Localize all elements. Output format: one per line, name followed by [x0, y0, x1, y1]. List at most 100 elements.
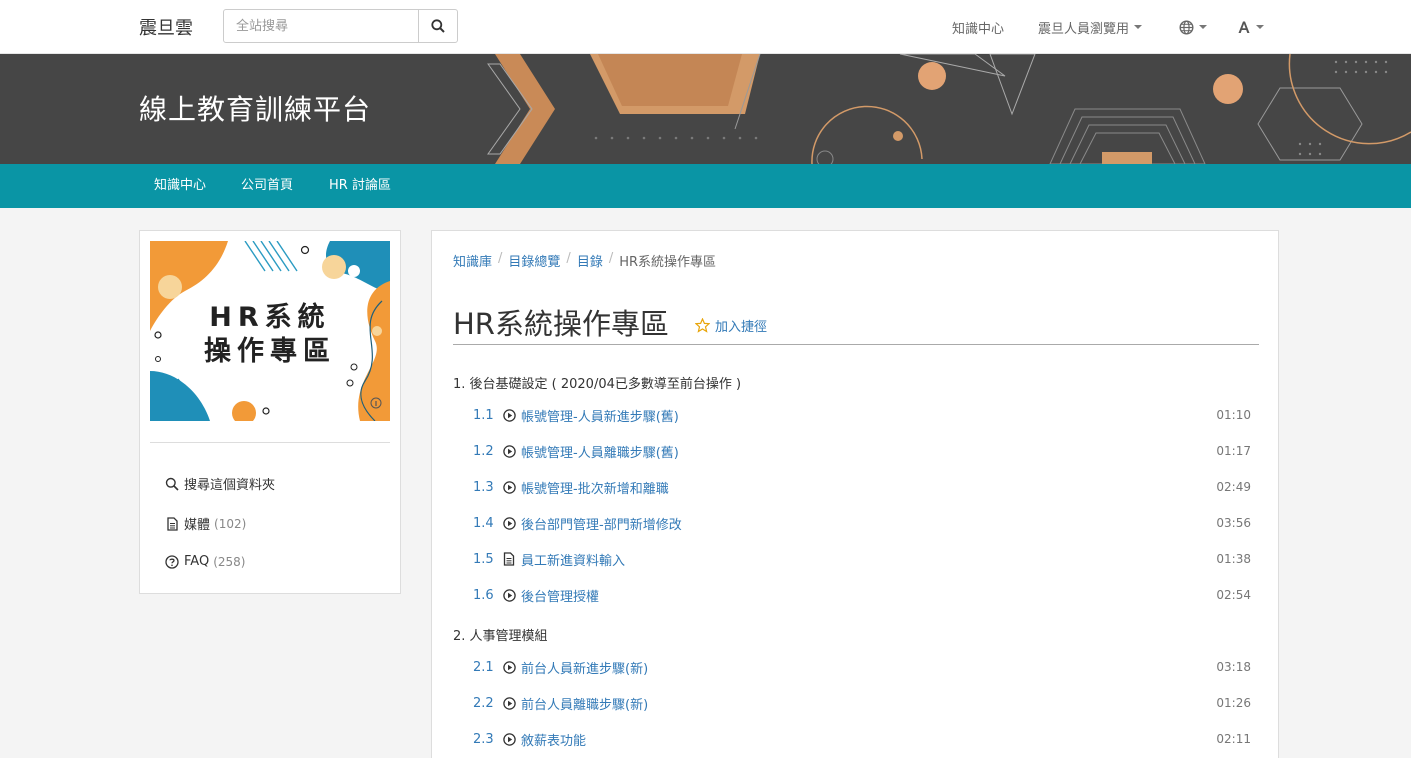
list-item[interactable]: 1.6 後台管理授權 02:54 [473, 583, 1251, 607]
list-item[interactable]: 2.3 敘薪表功能 02:11 [473, 727, 1251, 751]
item-number: 1.1 [473, 407, 494, 423]
item-title[interactable]: 敘薪表功能 [521, 730, 1216, 749]
top-bar: 震旦雲 知識中心 震旦人員瀏覽用 [0, 0, 1411, 54]
font-size-menu[interactable] [1237, 0, 1264, 54]
document-icon [167, 516, 178, 531]
folder-sidebar: HR系統 操作專區 搜尋這個資料夾 媒體 (102) FAQ (258) [139, 230, 401, 594]
sidebar-divider [150, 442, 390, 443]
star-icon [695, 318, 710, 333]
list-item[interactable]: 1.4 後台部門管理-部門新增修改 03:56 [473, 511, 1251, 535]
title-divider [453, 344, 1259, 345]
play-icon [503, 408, 521, 422]
item-duration: 03:56 [1216, 516, 1251, 530]
item-number: 2.3 [473, 731, 494, 747]
play-icon [503, 660, 521, 674]
breadcrumb-directory-overview[interactable]: 目錄總覽 [508, 251, 560, 270]
user-menu[interactable]: 震旦人員瀏覽用 [1038, 0, 1143, 54]
nav-hr-forum[interactable]: HR 討論區 [329, 164, 391, 208]
site-search [223, 9, 458, 43]
globe-icon [1179, 19, 1194, 35]
media-count: (102) [214, 516, 247, 531]
item-duration: 02:11 [1216, 732, 1251, 746]
list-item[interactable]: 1.5 員工新進資料輸入 01:38 [473, 547, 1251, 571]
item-title[interactable]: 後台管理授權 [521, 586, 1216, 605]
media-link[interactable]: 媒體 (102) [165, 514, 246, 533]
item-title[interactable]: 帳號管理-人員新進步驟(舊) [521, 406, 1216, 425]
topnav-knowledge-center[interactable]: 知識中心 [952, 0, 1004, 54]
item-title[interactable]: 帳號管理-批次新增和離職 [521, 478, 1216, 497]
search-input[interactable] [224, 10, 419, 42]
item-number: 2.1 [473, 659, 494, 675]
faq-count: (258) [213, 554, 246, 569]
breadcrumb-current: HR系統操作專區 [619, 255, 717, 270]
item-title[interactable]: 帳號管理-人員離職步驟(舊) [521, 442, 1216, 461]
add-shortcut-label: 加入捷徑 [715, 320, 768, 335]
list-item[interactable]: 1.2 帳號管理-人員離職步驟(舊) 01:17 [473, 439, 1251, 463]
item-duration: 01:10 [1216, 408, 1251, 422]
media-label: 媒體 [184, 518, 211, 533]
breadcrumb-separator: / [566, 251, 571, 266]
search-icon [165, 477, 179, 491]
breadcrumb-knowledge-base[interactable]: 知識庫 [453, 251, 492, 270]
search-button[interactable] [418, 10, 457, 42]
item-duration: 01:26 [1216, 696, 1251, 710]
item-title[interactable]: 前台人員新進步驟(新) [521, 658, 1216, 677]
question-icon [165, 554, 179, 569]
faq-label: FAQ [184, 554, 210, 569]
nav-knowledge-center[interactable]: 知識中心 [154, 164, 206, 208]
cover-line-1: HR系統 [209, 302, 331, 333]
item-duration: 01:17 [1216, 444, 1251, 458]
folder-content-panel: 知識庫 / 目錄總覽 / 目錄 / HR系統操作專區 HR系統操作專區 加入捷徑… [431, 230, 1279, 758]
item-number: 1.2 [473, 443, 494, 459]
topnav-knowledge-label: 知識中心 [952, 21, 1005, 37]
item-number: 1.4 [473, 515, 494, 531]
language-menu[interactable] [1179, 0, 1207, 54]
breadcrumb-separator: / [608, 251, 614, 266]
section-heading: 2. 人事管理模組 [453, 629, 548, 644]
play-icon [503, 696, 521, 710]
breadcrumb: 知識庫 / 目錄總覽 / 目錄 / HR系統操作專區 [453, 251, 716, 270]
play-icon [503, 516, 521, 530]
item-title[interactable]: 後台部門管理-部門新增修改 [521, 514, 1216, 533]
brand-logo[interactable]: 震旦雲 [139, 14, 193, 40]
item-duration: 02:54 [1216, 588, 1251, 602]
play-icon [503, 480, 521, 494]
nav-company-home[interactable]: 公司首頁 [241, 164, 293, 208]
chevron-down-icon [1134, 25, 1143, 29]
chevron-down-icon [1256, 25, 1264, 29]
item-number: 1.5 [473, 551, 494, 567]
search-folder-link[interactable]: 搜尋這個資料夾 [165, 474, 275, 493]
list-item[interactable]: 2.2 前台人員離職步驟(新) 01:26 [473, 691, 1251, 715]
hero-banner: 線上教育訓練平台 [0, 54, 1411, 164]
item-duration: 02:49 [1216, 480, 1251, 494]
item-number: 1.3 [473, 479, 494, 495]
add-shortcut-button[interactable]: 加入捷徑 [695, 316, 767, 335]
search-icon [431, 19, 445, 33]
item-number: 2.2 [473, 695, 494, 711]
page-title: HR系統操作專區 [453, 307, 669, 341]
item-duration: 03:18 [1216, 660, 1251, 674]
chevron-down-icon [1199, 25, 1207, 29]
list-item[interactable]: 2.1 前台人員新進步驟(新) 03:18 [473, 655, 1251, 679]
play-icon [503, 732, 521, 746]
section-heading: 1. 後台基礎設定 ( 2020/04已多數導至前台操作 ) [453, 377, 742, 392]
item-number: 1.6 [473, 587, 494, 603]
breadcrumb-directory[interactable]: 目錄 [577, 251, 603, 270]
cover-title: HR系統 操作專區 [150, 301, 390, 369]
site-title: 線上教育訓練平台 [139, 93, 372, 126]
breadcrumb-separator: / [498, 251, 503, 266]
document-icon [503, 552, 521, 566]
list-item[interactable]: 1.3 帳號管理-批次新增和離職 02:49 [473, 475, 1251, 499]
font-size-icon [1238, 21, 1250, 33]
item-title[interactable]: 前台人員離職步驟(新) [521, 694, 1216, 713]
user-menu-label: 震旦人員瀏覽用 [1038, 21, 1130, 37]
list-item[interactable]: 1.1 帳號管理-人員新進步驟(舊) 01:10 [473, 403, 1251, 427]
folder-cover-image: HR系統 操作專區 [150, 241, 390, 421]
play-icon [503, 444, 521, 458]
search-folder-label: 搜尋這個資料夾 [184, 478, 276, 493]
cover-line-2: 操作專區 [204, 336, 336, 367]
item-duration: 01:38 [1216, 552, 1251, 566]
faq-link[interactable]: FAQ (258) [165, 554, 245, 569]
main-nav: 知識中心 公司首頁 HR 討論區 [0, 164, 1411, 208]
item-title[interactable]: 員工新進資料輸入 [521, 550, 1216, 569]
